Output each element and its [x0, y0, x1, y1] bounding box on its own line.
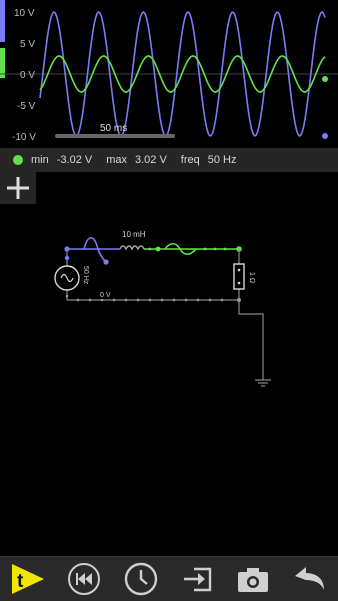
- max-label: max: [106, 154, 127, 166]
- min-label: min: [31, 154, 49, 166]
- freq-label: freq: [180, 154, 200, 166]
- ac-voltage-source[interactable]: 50 Hz: [54, 265, 89, 291]
- resistor[interactable]: 1 Ω: [233, 263, 255, 290]
- add-component-button[interactable]: [0, 172, 36, 204]
- y-label-10v: 10 V: [14, 8, 35, 19]
- current-endpoint-dot: [322, 76, 328, 82]
- rewind-icon: [68, 563, 101, 595]
- probe-marker: [103, 259, 109, 265]
- voltage-channel-bar: [0, 0, 5, 42]
- plus-icon: [7, 177, 29, 199]
- min-value: -3.02 V: [56, 154, 93, 166]
- timebase-label: 50 ms: [100, 123, 127, 134]
- import-icon: [184, 567, 212, 592]
- circuit-canvas[interactable]: 10 mH 1 Ω 50 Hz 0 V: [0, 204, 338, 556]
- camera-icon: [238, 568, 269, 592]
- scope-readout-bar: min -3.02 V max 3.02 V freq 50 Hz: [0, 148, 338, 172]
- channel-indicator-dot: [13, 155, 23, 165]
- source-frequency-label: 50 Hz: [82, 266, 89, 285]
- y-label-minus10v: -10 V: [12, 132, 36, 143]
- y-label-minus5v: -5 V: [17, 101, 36, 112]
- clock-icon: [124, 562, 158, 596]
- node-top-left[interactable]: [64, 246, 70, 252]
- screenshot-button[interactable]: [233, 559, 273, 599]
- resistor-label: 1 Ω: [248, 272, 255, 283]
- bottom-toolbar: t: [0, 556, 338, 601]
- oscilloscope-panel[interactable]: 10 V 5 V 0 V -5 V -10 V 50 ms: [0, 0, 338, 148]
- node-bottom-right[interactable]: [237, 298, 241, 302]
- ground-voltage-label: 0 V: [100, 292, 111, 299]
- y-label-0v: 0 V: [20, 70, 35, 81]
- voltage-endpoint-dot: [322, 133, 328, 139]
- svg-text:t: t: [17, 571, 24, 592]
- voltage-wire: [67, 236, 120, 263]
- rewind-button[interactable]: [64, 559, 104, 599]
- inductor[interactable]: 10 mH: [119, 230, 146, 251]
- tool-menu-button[interactable]: t: [8, 559, 48, 599]
- node-source-top[interactable]: [64, 255, 70, 261]
- y-label-5v: 5 V: [20, 39, 35, 50]
- tool-menu-icon: t: [12, 564, 45, 594]
- max-value: 3.02 V: [134, 154, 167, 166]
- undo-icon: [294, 567, 324, 590]
- freq-value: 50 Hz: [207, 154, 237, 166]
- circuit-wires: [66, 249, 271, 387]
- inductor-label: 10 mH: [122, 230, 146, 239]
- clock-button[interactable]: [121, 559, 161, 599]
- import-button[interactable]: [177, 559, 217, 599]
- timebase-scrollbar[interactable]: [55, 134, 175, 138]
- undo-button[interactable]: [290, 559, 330, 599]
